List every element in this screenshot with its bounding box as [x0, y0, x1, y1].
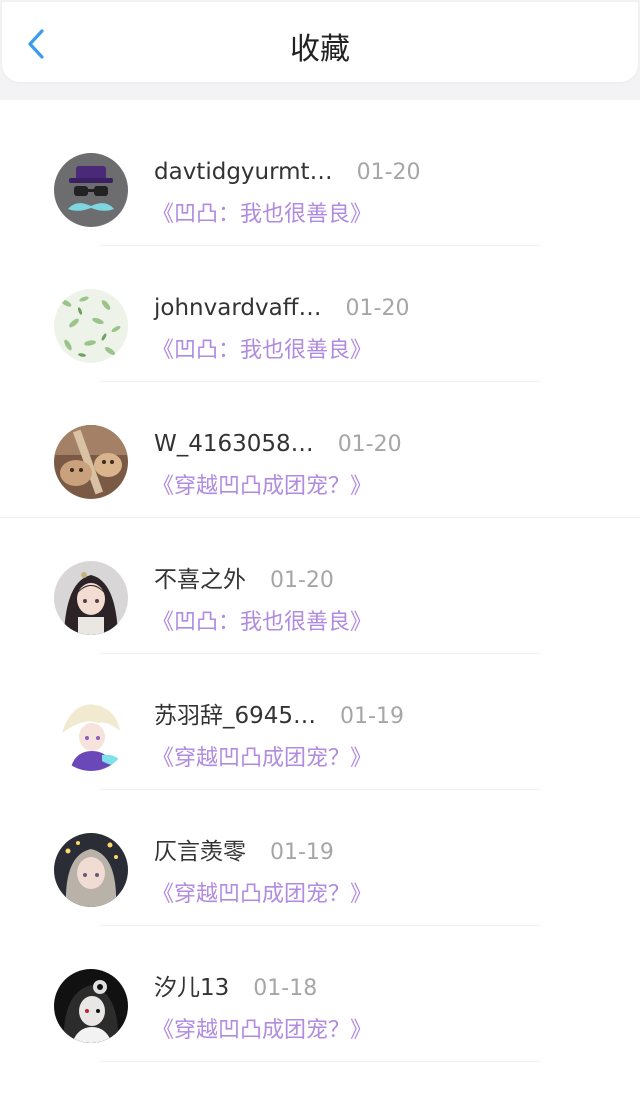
- list-item[interactable]: davtidgyurmt… 01-20 《凹凸：我也很善良》: [0, 110, 640, 246]
- username[interactable]: 汐儿13: [154, 973, 229, 1003]
- list-item[interactable]: 不喜之外 01-20 《凹凸：我也很善良》: [0, 518, 640, 654]
- item-meta: 苏羽辞_6945… 01-19: [154, 701, 404, 732]
- page-title: 收藏: [290, 32, 350, 67]
- avatar[interactable]: [54, 833, 128, 907]
- date: 01-20: [345, 296, 410, 321]
- book-link[interactable]: 《凹凸：我也很善良》: [152, 200, 372, 230]
- date: 01-20: [356, 160, 421, 185]
- divider: [100, 1061, 540, 1062]
- anime-girl-lights-avatar-icon: [54, 833, 128, 907]
- date: 01-19: [270, 840, 334, 865]
- avatar[interactable]: [54, 697, 128, 771]
- favorites-list: davtidgyurmt… 01-20 《凹凸：我也很善良》 johnvardv…: [0, 110, 640, 1062]
- list-item[interactable]: johnvardvaff… 01-20 《凹凸：我也很善良》: [0, 246, 640, 382]
- item-meta: 不喜之外 01-20: [154, 565, 334, 596]
- list-item[interactable]: W_4163058… 01-20 《穿越凹凸成团宠？》: [0, 382, 640, 518]
- anime-boy-avatar-icon: [54, 697, 128, 771]
- book-link[interactable]: 《穿越凹凸成团宠？》: [152, 472, 372, 502]
- item-meta: johnvardvaff… 01-20: [154, 293, 409, 324]
- cats-photo-avatar-icon: [54, 425, 128, 499]
- avatar[interactable]: [54, 561, 128, 635]
- book-link[interactable]: 《穿越凹凸成团宠？》: [152, 1016, 372, 1046]
- username[interactable]: 不喜之外: [154, 565, 246, 595]
- username[interactable]: 仄言羡零: [154, 837, 246, 867]
- book-link[interactable]: 《凹凸：我也很善良》: [152, 608, 372, 638]
- avatar[interactable]: [54, 289, 128, 363]
- date: 01-20: [337, 432, 402, 457]
- item-meta: W_4163058… 01-20: [154, 429, 402, 460]
- anime-girl-avatar-icon: [54, 561, 128, 635]
- dark-anime-avatar-icon: [54, 969, 128, 1043]
- book-link[interactable]: 《穿越凹凸成团宠？》: [152, 744, 372, 774]
- list-item[interactable]: 苏羽辞_6945… 01-19 《穿越凹凸成团宠？》: [0, 654, 640, 790]
- list-item[interactable]: 汐儿13 01-18 《穿越凹凸成团宠？》: [0, 926, 640, 1062]
- username[interactable]: johnvardvaff…: [154, 293, 322, 323]
- leaf-pattern-avatar-icon: [54, 289, 128, 363]
- username[interactable]: W_4163058…: [154, 429, 314, 459]
- list-item[interactable]: 仄言羡零 01-19 《穿越凹凸成团宠？》: [0, 790, 640, 926]
- item-meta: davtidgyurmt… 01-20: [154, 157, 421, 188]
- item-meta: 仄言羡零 01-19: [154, 837, 334, 868]
- item-meta: 汐儿13 01-18: [154, 973, 317, 1004]
- nav-bar: 收藏: [2, 2, 638, 82]
- date: 01-18: [253, 976, 318, 1001]
- book-link[interactable]: 《穿越凹凸成团宠？》: [152, 880, 372, 910]
- avatar[interactable]: [54, 425, 128, 499]
- date: 01-20: [270, 568, 334, 593]
- avatar[interactable]: [54, 153, 128, 227]
- date: 01-19: [340, 704, 404, 729]
- mustache-hat-avatar-icon: [54, 153, 128, 227]
- avatar[interactable]: [54, 969, 128, 1043]
- username[interactable]: 苏羽辞_6945…: [154, 701, 316, 731]
- username[interactable]: davtidgyurmt…: [154, 157, 333, 187]
- favorites-page: 收藏 davtidgyurmt… 01-20 《凹凸：我也很善良》 johnva…: [0, 0, 640, 1102]
- book-link[interactable]: 《凹凸：我也很善良》: [152, 336, 372, 366]
